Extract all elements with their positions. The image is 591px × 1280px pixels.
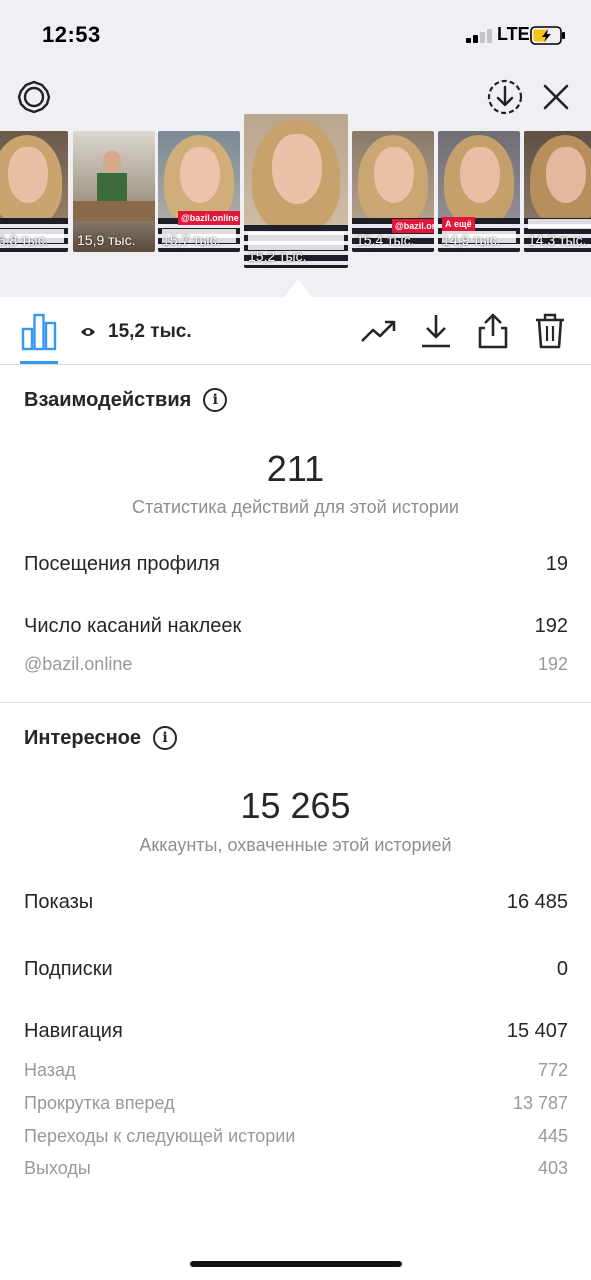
thumbnail-views: 15,9 тыс. [77, 232, 136, 248]
stat-value: 445 [537, 1126, 568, 1146]
eye-icon [81, 328, 95, 336]
nav-row-forward: Прокрутка вперед 13 787 [24, 1093, 568, 1114]
stat-value: 19 [545, 553, 568, 575]
insights-action-bar: 15,2 тыс. [0, 297, 591, 365]
interactions-title: Взаимодействия i [24, 388, 228, 412]
stat-value: 192 [537, 654, 568, 674]
story-views: 15,2 тыс. [80, 321, 192, 343]
reach-total: 15 265 [240, 785, 351, 826]
status-bar: 12:53 LTE [0, 0, 591, 70]
stat-row-navigation: Навигация 15 407 [24, 1020, 568, 1043]
thumbnail-views: 15,7 тыс. [162, 232, 221, 248]
stat-value: 192 [534, 615, 568, 637]
home-indicator[interactable] [190, 1261, 402, 1267]
stat-label: Прокрутка вперед [24, 1093, 175, 1113]
signal-icon [466, 29, 494, 43]
network-label: LTE [497, 24, 530, 44]
trash-icon[interactable] [530, 311, 570, 351]
thumbnail-views: 15,2 тыс. [248, 248, 307, 264]
stat-row-impressions: Показы 16 485 [24, 891, 568, 914]
stat-value: 15 407 [506, 1020, 568, 1042]
download-icon[interactable] [416, 311, 456, 351]
status-time: 12:53 [42, 22, 101, 47]
story-thumbnail[interactable]: @bazil.online 15,4 тыс. [352, 131, 434, 252]
interactions-caption: Статистика действий для этой истории [132, 497, 459, 517]
story-thumbnail[interactable]: @bazil.online 15,7 тыс. [158, 131, 240, 252]
story-thumbnail[interactable]: 14,3 тыс. [524, 131, 591, 252]
stat-value: 16 485 [506, 891, 568, 913]
bar-chart-icon[interactable] [20, 311, 58, 351]
stat-label: Навигация [24, 1020, 123, 1042]
stat-label: Назад [24, 1060, 76, 1080]
stat-label: Подписки [24, 958, 113, 980]
info-icon[interactable]: i [153, 726, 177, 750]
nav-row-next-story: Переходы к следующей истории 445 [24, 1126, 568, 1147]
story-thumbnail[interactable]: А ещё 14,9 тыс. [438, 131, 520, 252]
active-story-pointer [284, 279, 312, 297]
section-divider [0, 702, 591, 703]
story-header-area: 12:53 LTE 6,8 тыс. 15,9 тыс. @bazil.onli… [0, 0, 591, 297]
battery-icon [530, 26, 565, 45]
nav-row-back: Назад 772 [24, 1060, 568, 1081]
stat-label: Выходы [24, 1158, 91, 1178]
stat-value: 0 [556, 958, 568, 980]
interactions-total: 211 [266, 448, 325, 489]
thumbnail-views: 14,9 тыс. [442, 232, 501, 248]
interactions-title-text: Взаимодействия [24, 388, 192, 411]
thumbnail-tag: @bazil.online [178, 211, 240, 225]
kitchen-counter [73, 201, 155, 221]
thumbnail-tag: @bazil.online [392, 219, 434, 233]
story-thumbnail[interactable]: 15,9 тыс. [73, 131, 155, 252]
stat-label: Число касаний наклеек [24, 615, 242, 637]
stat-subrow-mention: @bazil.online 192 [24, 654, 568, 675]
thumbnail-views: 14,3 тыс. [528, 232, 587, 248]
stat-label: @bazil.online [24, 654, 133, 674]
stat-row-sticker-taps: Число касаний наклеек 192 [24, 615, 568, 638]
nav-row-exits: Выходы 403 [24, 1158, 568, 1179]
stat-value: 13 787 [512, 1093, 568, 1113]
discovery-title: Интересное i [24, 726, 177, 750]
trending-icon[interactable] [359, 311, 399, 351]
active-tab-indicator [20, 361, 58, 364]
discovery-title-text: Интересное [24, 726, 141, 749]
info-icon[interactable]: i [203, 388, 228, 412]
stat-row-profile-visits: Посещения профиля 19 [24, 553, 568, 576]
stat-label: Переходы к следующей истории [24, 1126, 296, 1146]
story-thumbnails: 16,8 тыс. 15,9 тыс. @bazil.online 15,7 т… [0, 114, 591, 274]
thumbnail-tag: А ещё [442, 217, 475, 231]
story-views-count: 15,2 тыс. [108, 321, 192, 342]
thumbnail-views: 15,4 тыс. [356, 232, 415, 248]
story-thumbnail-active[interactable]: 15,2 тыс. [244, 114, 348, 268]
share-icon[interactable] [473, 311, 513, 351]
story-thumbnail[interactable]: 16,8 тыс. [0, 131, 68, 252]
stat-value: 772 [537, 1060, 568, 1080]
stat-label: Показы [24, 891, 94, 913]
reach-caption: Аккаунты, охваченные этой историей [139, 835, 452, 855]
stat-row-follows: Подписки 0 [24, 958, 568, 981]
stat-label: Посещения профиля [24, 553, 220, 575]
thumbnail-views: 16,8 тыс. [0, 232, 49, 248]
stat-value: 403 [537, 1158, 568, 1178]
